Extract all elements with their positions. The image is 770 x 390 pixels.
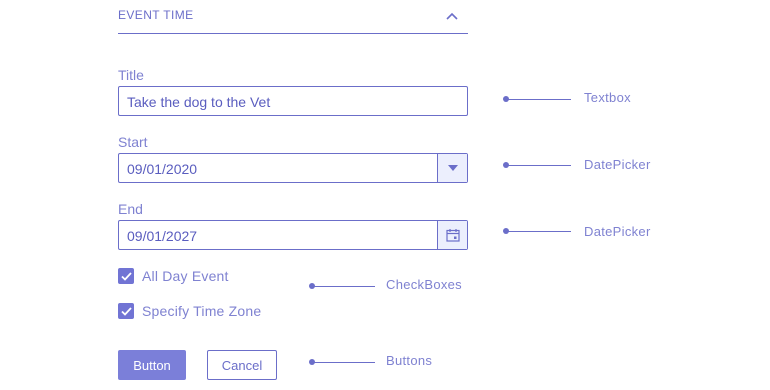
checkbox-label: All Day Event bbox=[142, 268, 229, 284]
chevron-up-icon[interactable] bbox=[446, 11, 458, 23]
section-header[interactable]: EVENT TIME bbox=[118, 0, 468, 34]
specify-time-zone-checkbox[interactable]: Specify Time Zone bbox=[118, 302, 261, 320]
annotation-label-buttons: Buttons bbox=[386, 353, 433, 368]
checkbox-label: Specify Time Zone bbox=[142, 303, 262, 319]
annotation-line bbox=[507, 231, 571, 232]
checkbox-box[interactable] bbox=[118, 268, 134, 284]
end-calendar-button[interactable] bbox=[437, 221, 467, 249]
annotation-label-textbox: Textbox bbox=[584, 90, 631, 105]
start-date-value: 09/01/2020 bbox=[127, 161, 198, 177]
annotation-label-datepicker-end: DatePicker bbox=[584, 224, 651, 239]
cancel-button[interactable]: Cancel bbox=[207, 350, 277, 380]
end-date-value: 09/01/2027 bbox=[127, 228, 198, 244]
annotation-label-datepicker-start: DatePicker bbox=[584, 157, 651, 172]
title-label: Title bbox=[118, 67, 144, 83]
title-input-value: Take the dog to the Vet bbox=[127, 94, 271, 110]
checkmark-icon bbox=[120, 306, 132, 316]
start-dropdown-button[interactable] bbox=[437, 154, 467, 182]
annotation-line bbox=[507, 165, 571, 166]
end-label: End bbox=[118, 201, 143, 217]
all-day-event-checkbox[interactable]: All Day Event bbox=[118, 267, 229, 285]
title-input[interactable]: Take the dog to the Vet bbox=[118, 86, 468, 116]
annotation-line bbox=[313, 362, 375, 363]
triangle-down-icon bbox=[447, 165, 458, 171]
annotation-line bbox=[507, 99, 571, 100]
start-datepicker[interactable]: 09/01/2020 bbox=[118, 153, 468, 183]
primary-button[interactable]: Button bbox=[118, 350, 186, 380]
calendar-icon bbox=[445, 229, 460, 242]
event-time-form: EVENT TIME Title Take the dog to the Vet… bbox=[0, 0, 770, 390]
annotation-line bbox=[313, 286, 375, 287]
section-title: EVENT TIME bbox=[118, 8, 194, 22]
annotation-label-checkboxes: CheckBoxes bbox=[386, 277, 462, 292]
checkbox-box[interactable] bbox=[118, 303, 134, 319]
start-label: Start bbox=[118, 134, 148, 150]
checkmark-icon bbox=[120, 271, 132, 281]
end-datepicker[interactable]: 09/01/2027 bbox=[118, 220, 468, 250]
